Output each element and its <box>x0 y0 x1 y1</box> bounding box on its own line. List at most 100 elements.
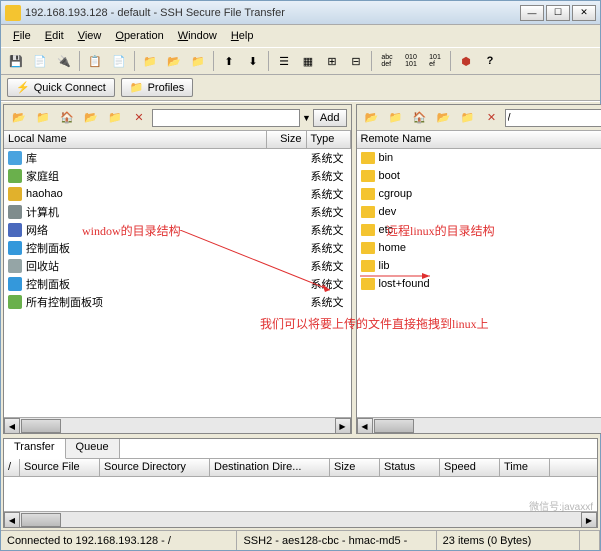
paste-icon[interactable]: 📄 <box>108 50 130 72</box>
tree-icon[interactable]: ⊟ <box>345 50 367 72</box>
local-refresh-icon[interactable]: 📂 <box>80 107 102 129</box>
copy-icon[interactable]: 📋 <box>84 50 106 72</box>
list-item[interactable]: 所有控制面板项系统文 <box>4 293 351 311</box>
transfer-col[interactable]: Size <box>330 459 380 476</box>
remote-nav1-icon[interactable]: 📁 <box>385 107 407 129</box>
binary-icon[interactable]: 010101 <box>400 50 422 72</box>
list-item[interactable]: 计算机系统文 <box>4 203 351 221</box>
quick-connect-bar: ⚡ Quick Connect 📁 Profiles <box>1 75 600 101</box>
connect-icon[interactable]: 🔌 <box>53 50 75 72</box>
list-item[interactable]: cgroupFold <box>357 185 601 203</box>
upload-icon[interactable]: ⬆ <box>218 50 240 72</box>
status-protocol: SSH2 - aes128-cbc - hmac-md5 - <box>237 531 436 550</box>
transfer-col[interactable]: / <box>4 459 20 476</box>
list-item[interactable]: haohao系统文 <box>4 185 351 203</box>
remote-list-header: Remote Name Size Typ <box>357 131 601 149</box>
local-up-icon[interactable]: 📂 <box>8 107 30 129</box>
list-item[interactable]: devFold <box>357 203 601 221</box>
menu-edit[interactable]: Edit <box>39 28 70 44</box>
remote-up-icon[interactable]: 📂 <box>361 107 383 129</box>
transfer-panel: Transfer Queue /Source FileSource Direct… <box>3 438 598 528</box>
transfer-body <box>4 477 597 511</box>
local-file-list[interactable]: 库系统文家庭组系统文haohao系统文计算机系统文网络系统文控制面板系统文回收站… <box>4 149 351 417</box>
list-item[interactable]: libFold <box>357 257 601 275</box>
list-view-icon[interactable]: ☰ <box>273 50 295 72</box>
stop-icon[interactable]: ⬢ <box>455 50 477 72</box>
transfer-col[interactable]: Time <box>500 459 550 476</box>
tab-transfer[interactable]: Transfer <box>4 439 66 459</box>
auto-icon[interactable]: 101ef <box>424 50 446 72</box>
list-item[interactable]: homeFold <box>357 239 601 257</box>
transfer-col[interactable]: Destination Dire... <box>210 459 330 476</box>
menu-view[interactable]: View <box>72 28 108 44</box>
print-icon[interactable]: 📄 <box>29 50 51 72</box>
download-icon[interactable]: ⬇ <box>242 50 264 72</box>
transfer-col[interactable]: Speed <box>440 459 500 476</box>
app-icon <box>5 5 21 21</box>
list-item[interactable]: 库系统文 <box>4 149 351 167</box>
menu-window[interactable]: Window <box>172 28 223 44</box>
local-col-type[interactable]: Type <box>307 131 351 148</box>
local-newfolder-icon[interactable]: 📁 <box>104 107 126 129</box>
menu-help[interactable]: Help <box>225 28 260 44</box>
profiles-button[interactable]: 📁 Profiles <box>121 78 193 97</box>
transfer-columns: /Source FileSource DirectoryDestination … <box>4 459 597 477</box>
quick-connect-label: Quick Connect <box>34 82 106 94</box>
local-scroll-h[interactable]: ◀▶ <box>4 417 351 433</box>
remote-path-input[interactable] <box>505 109 601 127</box>
local-list-header: Local Name Size Type <box>4 131 351 149</box>
save-icon[interactable]: 💾 <box>5 50 27 72</box>
list-item[interactable]: 控制面板系统文 <box>4 275 351 293</box>
remote-home-icon[interactable]: 🏠 <box>409 107 431 129</box>
folder-green-icon[interactable]: 📂 <box>163 50 185 72</box>
dropdown-icon[interactable]: ▼ <box>302 113 311 123</box>
local-add-button[interactable]: Add <box>313 109 347 127</box>
list-item[interactable]: lost+foundFold <box>357 275 601 293</box>
help-icon[interactable]: ? <box>479 50 501 72</box>
watermark: 微信号:javaxxf <box>529 498 593 513</box>
grid-icon[interactable]: ⊞ <box>321 50 343 72</box>
folder-blue-icon[interactable]: 📁 <box>187 50 209 72</box>
folder-yellow-icon[interactable]: 📁 <box>139 50 161 72</box>
detail-view-icon[interactable]: ▦ <box>297 50 319 72</box>
transfer-col[interactable]: Status <box>380 459 440 476</box>
minimize-button[interactable]: — <box>520 5 544 21</box>
folder-icon: 📁 <box>130 81 144 94</box>
status-bar: Connected to 192.168.193.128 - / SSH2 - … <box>1 530 600 550</box>
local-path-input[interactable] <box>152 109 300 127</box>
quick-connect-button[interactable]: ⚡ Quick Connect <box>7 78 115 97</box>
remote-newfolder-icon[interactable]: 📁 <box>457 107 479 129</box>
profiles-label: Profiles <box>148 82 185 94</box>
remote-refresh-icon[interactable]: 📂 <box>433 107 455 129</box>
remote-pane: 📂 📁 🏠 📂 📁 ✕ ▼ Add Remote Name Size Typ b… <box>356 104 601 434</box>
remote-scroll-h[interactable]: ◀▶ <box>357 417 601 433</box>
list-item[interactable]: 网络系统文 <box>4 221 351 239</box>
transfer-col[interactable]: Source Directory <box>100 459 210 476</box>
list-item[interactable]: 家庭组系统文 <box>4 167 351 185</box>
close-button[interactable]: ✕ <box>572 5 596 21</box>
list-item[interactable]: binFold <box>357 149 601 167</box>
lightning-icon: ⚡ <box>16 81 30 94</box>
status-items: 23 items (0 Bytes) <box>437 531 580 550</box>
local-nav1-icon[interactable]: 📁 <box>32 107 54 129</box>
transfer-col[interactable]: Source File <box>20 459 100 476</box>
transfer-scroll-h[interactable]: ◀▶ <box>4 511 597 527</box>
ascii-icon[interactable]: abcdef <box>376 50 398 72</box>
file-panes: 📂 📁 🏠 📂 📁 ✕ ▼ Add Local Name Size Type 库… <box>1 101 600 436</box>
tab-queue[interactable]: Queue <box>66 439 120 458</box>
list-item[interactable]: bootFold <box>357 167 601 185</box>
maximize-button[interactable]: ☐ <box>546 5 570 21</box>
local-col-size[interactable]: Size <box>267 131 307 148</box>
remote-file-list[interactable]: binFoldbootFoldcgroupFolddevFoldetcFoldh… <box>357 149 601 417</box>
local-col-name[interactable]: Local Name <box>4 131 267 148</box>
local-delete-icon[interactable]: ✕ <box>128 107 150 129</box>
main-toolbar: 💾 📄 🔌 📋 📄 📁 📂 📁 ⬆ ⬇ ☰ ▦ ⊞ ⊟ abcdef 01010… <box>1 47 600 75</box>
list-item[interactable]: etcFold <box>357 221 601 239</box>
menu-operation[interactable]: Operation <box>109 28 169 44</box>
local-home-icon[interactable]: 🏠 <box>56 107 78 129</box>
list-item[interactable]: 控制面板系统文 <box>4 239 351 257</box>
remote-col-name[interactable]: Remote Name <box>357 131 601 148</box>
list-item[interactable]: 回收站系统文 <box>4 257 351 275</box>
menu-file[interactable]: File <box>7 28 37 44</box>
remote-delete-icon[interactable]: ✕ <box>481 107 503 129</box>
